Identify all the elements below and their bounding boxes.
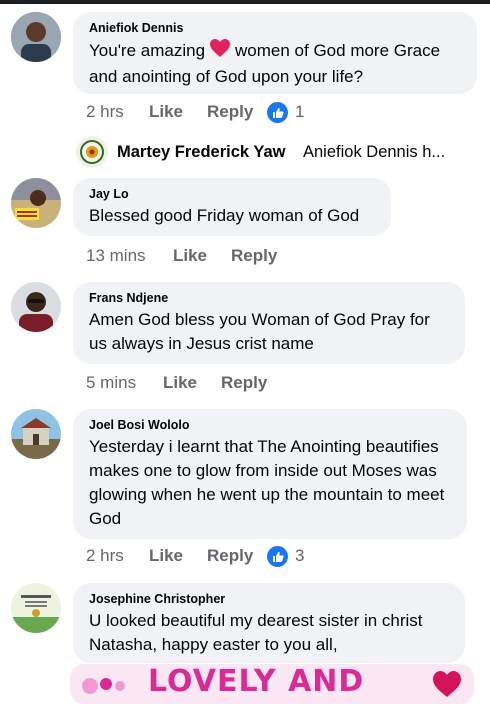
comment-time: 5 mins	[86, 373, 137, 392]
comment-text: You're amazing women of God more Grace an…	[89, 38, 463, 89]
image-attachment[interactable]: LOVELY AND	[70, 664, 474, 704]
avatar[interactable]	[11, 409, 61, 459]
comment-text: Yesterday i learnt that The Anointing be…	[89, 437, 445, 528]
comment-actions: 2 hrs Like Reply 3	[86, 546, 466, 570]
comment-bubble: Aniefiok Dennis You're amazing women of G…	[73, 12, 477, 94]
comment-text: Blessed good Friday woman of God	[89, 206, 360, 225]
comment-author[interactable]: Jay Lo	[89, 186, 377, 202]
top-bar	[0, 0, 490, 4]
avatar[interactable]	[76, 136, 108, 168]
like-button[interactable]: Like	[173, 246, 207, 266]
avatar[interactable]	[11, 178, 61, 228]
reaction-count[interactable]: 3	[295, 546, 304, 566]
avatar[interactable]	[11, 12, 61, 62]
comment-time: 13 mins	[86, 246, 146, 265]
avatar[interactable]	[11, 583, 61, 633]
comment-actions: 5 mins Like Reply	[86, 373, 386, 397]
comment-author[interactable]: Frans Ndjene	[89, 290, 451, 306]
comment-actions: 2 hrs Like Reply 1	[86, 102, 466, 126]
comment-bubble: Josephine Christopher U looked beautiful…	[73, 583, 465, 663]
banner-text: LOVELY AND	[148, 664, 365, 699]
comment-text: Amen God bless you Woman of God Pray for…	[89, 310, 430, 353]
like-button[interactable]: Like	[149, 102, 183, 122]
heart-icon	[209, 38, 231, 65]
bubbles-icon	[82, 678, 125, 694]
like-button[interactable]: Like	[163, 373, 197, 393]
reply-button[interactable]: Reply	[231, 246, 277, 266]
comment-actions: 13 mins Like Reply	[86, 246, 386, 270]
like-reaction-icon	[267, 546, 288, 567]
like-button[interactable]: Like	[149, 546, 183, 566]
like-reaction-icon	[267, 102, 288, 123]
comment-author[interactable]: Joel Bosi Wololo	[89, 417, 453, 433]
reply-author[interactable]: Martey Frederick Yaw	[117, 143, 285, 162]
reply-preview[interactable]: Martey Frederick Yaw Aniefiok Dennis h..…	[76, 136, 476, 168]
comment-time: 2 hrs	[86, 546, 124, 565]
reply-button[interactable]: Reply	[207, 102, 253, 122]
reply-button[interactable]: Reply	[221, 373, 267, 393]
reply-snippet: Aniefiok Dennis h...	[303, 143, 446, 161]
comment-bubble: Jay Lo Blessed good Friday woman of God	[73, 178, 391, 236]
comment-bubble: Joel Bosi Wololo Yesterday i learnt that…	[73, 409, 467, 539]
comment-bubble: Frans Ndjene Amen God bless you Woman of…	[73, 282, 465, 364]
avatar[interactable]	[11, 282, 61, 332]
comment-author[interactable]: Josephine Christopher	[89, 591, 451, 607]
comment-time: 2 hrs	[86, 102, 124, 121]
reply-button[interactable]: Reply	[207, 546, 253, 566]
comment-author[interactable]: Aniefiok Dennis	[89, 20, 463, 36]
reaction-count[interactable]: 1	[295, 102, 304, 122]
heart-icon	[433, 671, 461, 697]
comment-text: U looked beautiful my dearest sister in …	[89, 611, 423, 654]
